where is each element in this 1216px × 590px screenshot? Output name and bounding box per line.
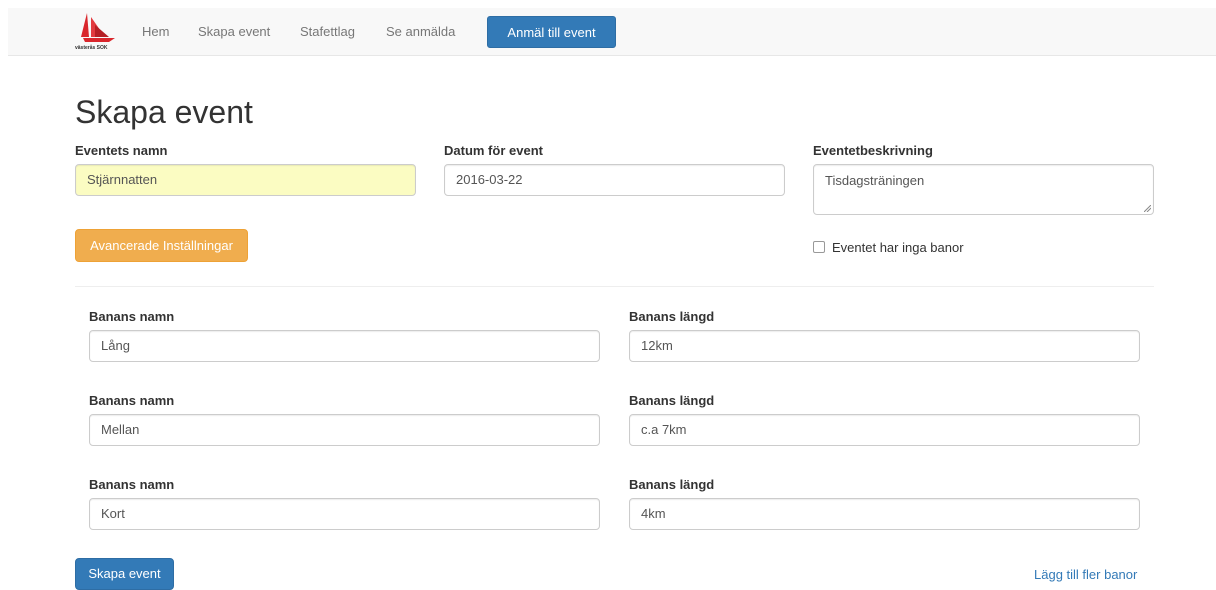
- course-length-input[interactable]: 12km: [629, 330, 1140, 362]
- course-length-label: Banans längd: [629, 309, 715, 324]
- event-description-textarea[interactable]: Tisdagsträningen: [813, 164, 1154, 215]
- logo[interactable]: västerås SOK: [75, 11, 123, 53]
- page-title: Skapa event: [75, 94, 253, 130]
- event-name-input[interactable]: Stjärnnatten: [75, 164, 416, 196]
- event-date-label: Datum för event: [444, 143, 543, 158]
- navbar: västerås SOK Hem Skapa event Stafettlag …: [8, 8, 1216, 56]
- nav-link-hem[interactable]: Hem: [142, 8, 169, 56]
- course-length-input[interactable]: c.a 7km: [629, 414, 1140, 446]
- event-name-label: Eventets namn: [75, 143, 168, 158]
- event-description-label: Eventetbeskrivning: [813, 143, 933, 158]
- course-length-input[interactable]: 4km: [629, 498, 1140, 530]
- course-name-input[interactable]: Lång: [89, 330, 600, 362]
- add-more-courses-link[interactable]: Lägg till fler banor: [1034, 567, 1137, 583]
- nav-link-skapa-event[interactable]: Skapa event: [198, 8, 270, 56]
- course-length-label: Banans längd: [629, 393, 715, 408]
- course-length-label: Banans längd: [629, 477, 715, 492]
- logo-text: västerås SOK: [75, 45, 108, 51]
- nav-link-se-anmalda[interactable]: Se anmälda: [386, 8, 455, 56]
- course-name-input[interactable]: Mellan: [89, 414, 600, 446]
- course-name-label: Banans namn: [89, 477, 175, 492]
- event-description-value: Tisdagsträningen: [825, 173, 925, 188]
- nav-link-stafettlag[interactable]: Stafettlag: [300, 8, 355, 56]
- course-name-input[interactable]: Kort: [89, 498, 600, 530]
- course-name-label: Banans namn: [89, 309, 175, 324]
- resize-handle-icon[interactable]: [1144, 205, 1151, 212]
- logo-sail-icon: [81, 13, 115, 42]
- course-name-label: Banans namn: [89, 393, 175, 408]
- advanced-settings-button[interactable]: Avancerade Inställningar: [75, 229, 248, 262]
- event-date-input[interactable]: 2016-03-22: [444, 164, 785, 196]
- register-event-button[interactable]: Anmäl till event: [487, 16, 616, 48]
- divider: [75, 286, 1154, 287]
- no-courses-label: Eventet har inga banor: [832, 240, 964, 255]
- create-event-button[interactable]: Skapa event: [75, 558, 174, 590]
- no-courses-checkbox[interactable]: [813, 241, 825, 253]
